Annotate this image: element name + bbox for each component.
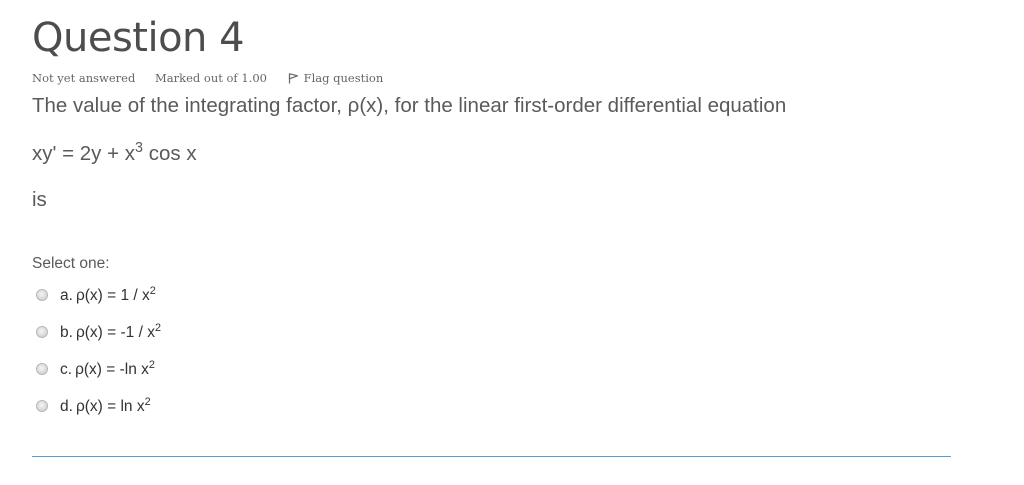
- answer-option-letter: b.: [60, 324, 73, 341]
- equation-exponent: 3: [135, 140, 144, 157]
- answer-option-exponent: 2: [148, 359, 155, 372]
- question-text-line-1: The value of the integrating factor, ρ(x…: [32, 94, 787, 117]
- question-grade: Marked out of 1.00: [154, 71, 267, 85]
- answer-option-text: ρ(x) = -ln x: [75, 361, 149, 378]
- question-text-line-3: is: [32, 188, 47, 211]
- question-info: Not yet answered Marked out of 1.00 Flag…: [32, 70, 383, 86]
- question-equation: xy' = 2y + x3 cos x: [32, 141, 197, 167]
- answer-option-letter: d.: [60, 398, 73, 415]
- answer-option-text: ρ(x) = 1 / x: [75, 287, 150, 304]
- radio-unchecked-icon[interactable]: [36, 363, 48, 375]
- answer-option-b[interactable]: b. ρ(x) = -1 / x2: [36, 320, 436, 346]
- answer-option-c[interactable]: c. ρ(x) = -ln x2: [36, 357, 436, 383]
- answer-option-letter: c.: [60, 361, 73, 378]
- question-divider: [32, 456, 951, 457]
- question-title: Question 4: [32, 15, 245, 61]
- answer-option-label[interactable]: a. ρ(x) = 1 / x2: [60, 283, 156, 309]
- answer-option-label[interactable]: d. ρ(x) = ln x2: [60, 394, 151, 420]
- flag-question-link[interactable]: Flag question: [287, 70, 384, 86]
- radio-unchecked-icon[interactable]: [36, 326, 48, 338]
- answer-option-letter: a.: [60, 287, 73, 304]
- flag-icon: [288, 73, 298, 84]
- answer-option-label[interactable]: c. ρ(x) = -ln x2: [60, 357, 155, 383]
- answer-prompt: Select one:: [32, 255, 110, 272]
- radio-unchecked-icon[interactable]: [36, 289, 48, 301]
- answer-option-label[interactable]: b. ρ(x) = -1 / x2: [60, 320, 161, 346]
- answer-option-a[interactable]: a. ρ(x) = 1 / x2: [36, 283, 436, 309]
- equation-tail: cos x: [143, 142, 197, 165]
- question-state: Not yet answered: [32, 71, 136, 85]
- answer-option-text: ρ(x) = ln x: [75, 398, 145, 415]
- answer-option-d[interactable]: d. ρ(x) = ln x2: [36, 394, 436, 420]
- flag-question-label: Flag question: [303, 71, 384, 85]
- radio-unchecked-icon[interactable]: [36, 400, 48, 412]
- equation-main: xy' = 2y + x: [32, 142, 136, 165]
- answer-option-exponent: 2: [149, 285, 156, 298]
- answer-option-exponent: 2: [144, 396, 151, 409]
- answer-option-text: ρ(x) = -1 / x: [75, 324, 155, 341]
- answer-option-exponent: 2: [154, 322, 161, 335]
